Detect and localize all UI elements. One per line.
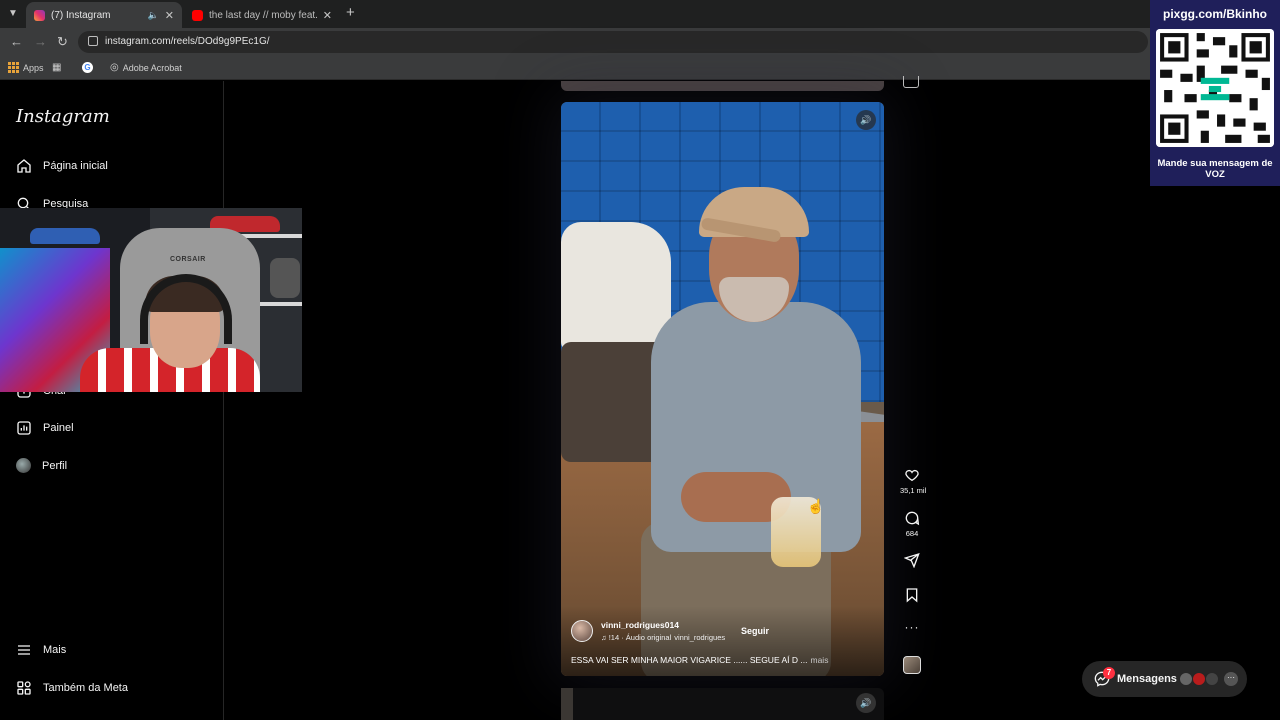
- site-info-icon[interactable]: [88, 36, 98, 46]
- audio-info[interactable]: ♫ !14 · Áudio original vinni_rodrigues: [601, 633, 725, 642]
- menu-icon: [18, 645, 30, 655]
- back-arrow-icon[interactable]: ←: [10, 34, 23, 49]
- sidebar-item-more[interactable]: Mais: [16, 642, 66, 658]
- caption-more-link[interactable]: mais: [811, 655, 829, 665]
- messages-label: Mensagens: [1117, 673, 1177, 685]
- conversation-avatar: [1205, 672, 1219, 686]
- heart-icon: [905, 469, 919, 482]
- more-conversations-icon: ···: [1224, 672, 1238, 686]
- dashboard-icon: [17, 421, 31, 435]
- save-button[interactable]: [900, 587, 924, 603]
- bookmark-label: Apps: [23, 62, 44, 73]
- previous-reel-edge[interactable]: [561, 81, 884, 91]
- audio-label: ♫ !14 · Áudio original: [601, 633, 672, 642]
- tab-youtube[interactable]: the last day // moby feat. skylar ✕: [184, 2, 340, 28]
- instagram-favicon: [34, 9, 45, 21]
- next-reel-edge[interactable]: 🔊: [561, 688, 884, 720]
- hand-cursor-icon: ☝: [807, 498, 825, 514]
- author-avatar[interactable]: [571, 620, 593, 642]
- volume-icon[interactable]: 🔊: [856, 693, 876, 713]
- bookmark-label: Adobe Acrobat: [122, 62, 182, 73]
- reload-icon[interactable]: ↻: [57, 34, 68, 50]
- sidebar-item-home[interactable]: Página inicial: [16, 158, 108, 174]
- sidebar-item-dashboard[interactable]: Painel: [16, 420, 74, 436]
- streamer-webcam: CORSAIR: [0, 208, 302, 392]
- tab-instagram[interactable]: (7) Instagram 🔈 ✕: [26, 2, 182, 28]
- chair-brand: CORSAIR: [170, 256, 206, 263]
- sidebar-item-label: Perfil: [42, 459, 68, 472]
- comment-button[interactable]: 684: [900, 510, 924, 538]
- bookmarks-bar: Apps ▦ G ◎ Adobe Acrobat: [0, 56, 1280, 80]
- donation-qr-overlay: pixgg.com/Bkinho Mande sua mensagem de V…: [1150, 0, 1280, 186]
- sidebar-item-label: Também da Meta: [43, 682, 128, 694]
- browser-tab-bar: ▼ (7) Instagram 🔈 ✕ the last day // moby…: [0, 0, 1280, 28]
- sidebar-item-label: Mais: [43, 644, 67, 656]
- conversation-avatar: [1179, 672, 1193, 686]
- close-tab-icon[interactable]: ✕: [323, 9, 332, 22]
- conversation-avatar: [1192, 672, 1206, 686]
- audio-owner: vinni_rodrigues: [674, 633, 726, 642]
- grid-icon: ▦: [52, 62, 62, 73]
- sidebar-item-profile[interactable]: Perfil: [16, 458, 67, 473]
- youtube-favicon: [192, 9, 203, 21]
- profile-avatar: [16, 458, 31, 473]
- reel-video[interactable]: ☝ 🔊 vinni_rodrigues014 ♫ !14 · Áudio ori…: [561, 102, 884, 676]
- google-icon: G: [82, 62, 93, 73]
- apps-grid-icon: [8, 62, 19, 73]
- next-reel-thumbnail: [561, 688, 573, 720]
- volume-icon[interactable]: 🔊: [856, 110, 876, 130]
- reel-caption[interactable]: ESSA VAI SER MINHA MAIOR VIGARICE ......…: [571, 655, 828, 665]
- comment-count: 684: [905, 529, 919, 538]
- bookmark-grid[interactable]: ▦: [52, 62, 61, 73]
- tab-search-dropdown[interactable]: ▼: [4, 5, 22, 23]
- messages-badge: 7: [1103, 667, 1115, 679]
- audio-thumbnail[interactable]: [903, 656, 921, 674]
- like-button[interactable]: 35,1 mil: [900, 467, 927, 495]
- url-text: instagram.com/reels/DOd9g9PEc1G/: [105, 36, 270, 47]
- share-icon: [904, 552, 920, 568]
- close-tab-icon[interactable]: ✕: [165, 9, 174, 22]
- sidebar-item-label: Página inicial: [43, 160, 108, 172]
- author-username[interactable]: vinni_rodrigues014: [601, 620, 679, 630]
- video-cloth: [561, 222, 671, 352]
- donation-url: pixgg.com/Bkinho: [1162, 7, 1267, 21]
- tab-title: (7) Instagram: [51, 9, 111, 21]
- globe-icon: ◎: [110, 62, 119, 73]
- browser-toolbar: ← → ↻ instagram.com/reels/DOd9g9PEc1G/: [0, 28, 1280, 56]
- comment-icon: [905, 511, 920, 526]
- meta-icon: [17, 681, 31, 695]
- like-count: 35,1 mil: [900, 486, 927, 495]
- qr-code-icon: [1156, 29, 1274, 147]
- sidebar-item-meta[interactable]: Também da Meta: [16, 680, 128, 696]
- bookmark-google[interactable]: G: [82, 62, 93, 73]
- donation-note: Mande sua mensagem de VOZ: [1157, 158, 1273, 180]
- instagram-sidebar: Instagram Página inicial Pesquisa Criar …: [0, 81, 224, 720]
- model-motorcycle: [270, 258, 300, 298]
- model-car: [30, 228, 100, 244]
- sidebar-item-label: Painel: [43, 422, 74, 434]
- tab-title: the last day // moby feat. skylar: [209, 9, 317, 21]
- new-tab-button[interactable]: +: [346, 4, 355, 21]
- messages-button[interactable]: 7 Mensagens ···: [1082, 661, 1247, 697]
- forward-arrow-icon[interactable]: →: [34, 34, 47, 49]
- more-options-icon[interactable]: ···: [900, 620, 924, 634]
- home-icon: [17, 159, 31, 173]
- address-bar[interactable]: instagram.com/reels/DOd9g9PEc1G/: [78, 31, 1148, 53]
- caption-text: ESSA VAI SER MINHA MAIOR VIGARICE ......…: [571, 655, 808, 665]
- speaker-icon[interactable]: 🔈: [148, 10, 159, 21]
- bookmark-apps[interactable]: Apps: [8, 62, 44, 73]
- share-button[interactable]: [900, 552, 924, 568]
- previous-audio-icon[interactable]: [903, 76, 919, 88]
- bookmark-icon: [906, 588, 918, 603]
- follow-button[interactable]: Seguir: [741, 626, 769, 636]
- instagram-logo[interactable]: Instagram: [16, 106, 110, 127]
- bookmark-acrobat[interactable]: ◎ Adobe Acrobat: [110, 62, 182, 73]
